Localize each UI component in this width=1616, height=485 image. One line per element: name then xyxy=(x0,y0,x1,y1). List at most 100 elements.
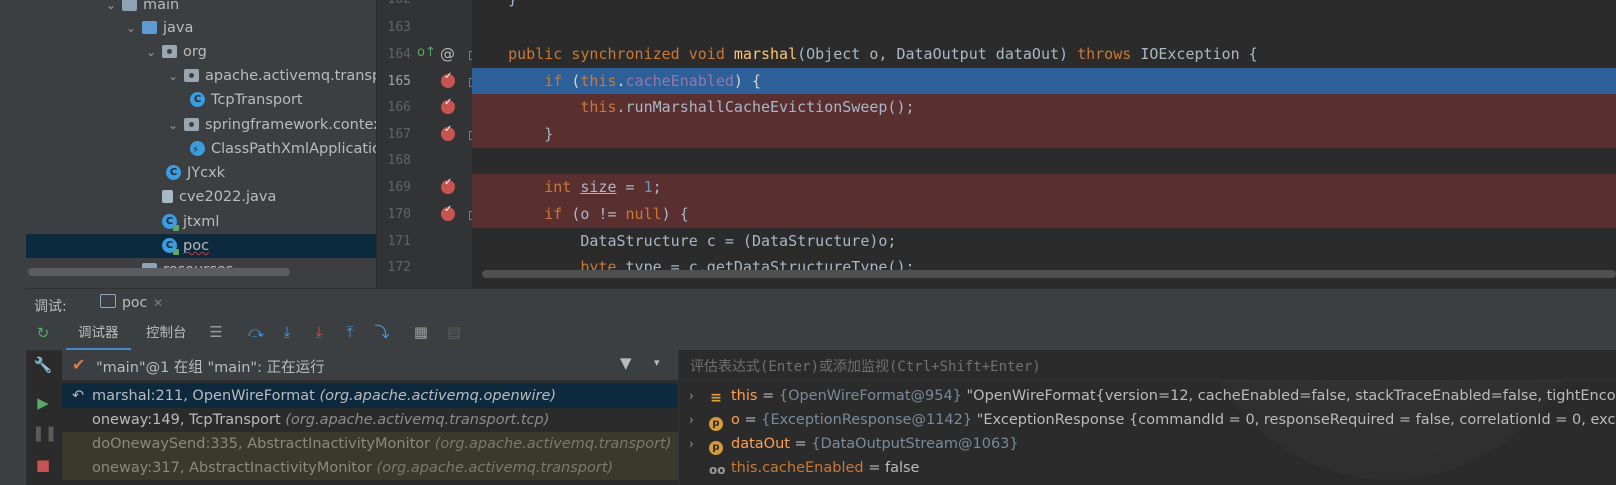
chevron-down-icon[interactable]: ⌄ xyxy=(166,113,180,137)
line-number: 162 xyxy=(377,0,411,13)
variable-this-cacheenabled[interactable]: oo this.cacheEnabled = false xyxy=(679,456,1616,480)
package-icon xyxy=(184,69,199,82)
annotation-marker[interactable]: @ xyxy=(440,45,455,63)
breakpoint-line: } xyxy=(472,121,1616,148)
package-icon xyxy=(162,45,177,58)
pause-icon[interactable]: ❚❚ xyxy=(32,422,57,444)
evaluate-expression-icon[interactable]: ▦ xyxy=(411,322,431,342)
tree-item-cve2022[interactable]: cve2022.java xyxy=(144,185,276,209)
project-tree: ⌄main ⌄java ⌄org ⌄apache.activemq.transp… xyxy=(26,0,376,288)
folder-icon xyxy=(122,0,137,11)
file-icon xyxy=(162,190,173,203)
variable-dataout[interactable]: › p dataOut = {DataOutputStream@1063} xyxy=(679,432,1616,456)
package-icon xyxy=(184,118,199,131)
step-into-icon[interactable]: ⤓ xyxy=(277,322,297,342)
tree-item-classpathxmlapplication[interactable]: ClassPathXmlApplicatio xyxy=(190,137,376,163)
line-number: 170 xyxy=(387,207,411,222)
class-icon xyxy=(190,92,205,107)
breakpoint-icon[interactable] xyxy=(441,97,455,114)
code-line: } xyxy=(472,0,1616,13)
breakpoint-line: this.runMarshallCacheEvictionSweep(); xyxy=(472,94,1616,121)
breakpoint-line: if (o != null) { xyxy=(472,201,1616,228)
watch-glasses-icon: oo xyxy=(709,463,726,477)
breakpoint-icon[interactable] xyxy=(441,177,455,194)
class-icon xyxy=(166,165,181,180)
editor-gutter: 162 163 164 165 166 167 168 169 170 171 … xyxy=(376,0,478,288)
step-out-icon[interactable]: ⤒ xyxy=(340,322,360,342)
evaluate-expression-placeholder: 评估表达式(Enter)或添加监视(Ctrl+Shift+Enter) xyxy=(690,359,1041,375)
line-number: 168 xyxy=(387,153,411,168)
debug-label: 调试: xyxy=(34,299,67,315)
chevron-down-icon[interactable]: ⌄ xyxy=(166,64,180,88)
breakpoint-icon[interactable] xyxy=(441,71,455,88)
code-editor[interactable]: } public synchronized void marshal(Objec… xyxy=(472,0,1616,288)
return-arrow-icon: ↶ xyxy=(72,388,85,404)
chevron-down-icon[interactable]: ▾ xyxy=(654,356,660,369)
tree-item-jycxk[interactable]: JYcxk xyxy=(166,161,225,185)
override-marker-icon[interactable]: o↑ xyxy=(417,45,436,60)
source-folder-icon xyxy=(142,21,157,34)
frame-item[interactable]: ↶ marshal:211, OpenWireFormat (org.apache… xyxy=(62,384,678,408)
tree-item-poc[interactable]: poc xyxy=(26,234,376,258)
thread-label: "main"@1 在组 "main": 正在运行 xyxy=(96,360,325,376)
chevron-down-icon[interactable]: ⌄ xyxy=(144,40,158,64)
step-over-icon[interactable]: ⤼ xyxy=(246,322,266,342)
editor-horizontal-scrollbar[interactable] xyxy=(482,270,1616,278)
tree-item-apache-activemq-transport[interactable]: ⌄apache.activemq.transport xyxy=(166,64,376,88)
close-icon[interactable]: ✕ xyxy=(153,296,163,310)
line-number: 164 xyxy=(387,47,411,62)
tree-item-springframework-context[interactable]: ⌄springframework.context.s xyxy=(166,113,376,137)
force-step-into-icon[interactable]: ⤓ xyxy=(309,322,329,342)
rerun-icon[interactable]: ↻ xyxy=(32,322,54,344)
tree-item-java[interactable]: ⌄ java xyxy=(124,16,193,40)
debug-session-tab-poc[interactable]: poc ✕ xyxy=(90,288,174,321)
frame-item[interactable]: oneway:317, AbstractInactivityMonitor (o… xyxy=(62,456,678,480)
parameter-icon: p xyxy=(709,441,723,455)
breakpoint-line: int size = 1; xyxy=(472,174,1616,201)
field-list-icon: ≡ xyxy=(710,390,722,406)
runnable-class-icon xyxy=(162,238,179,255)
trace-icon[interactable]: ▤ xyxy=(444,322,464,342)
chevron-down-icon[interactable]: ⌄ xyxy=(104,0,118,17)
line-number: 171 xyxy=(387,234,411,249)
tree-item-main[interactable]: ⌄ main xyxy=(104,0,179,17)
code-line: public synchronized void marshal(Object … xyxy=(508,45,1258,63)
breakpoint-icon[interactable] xyxy=(441,204,455,221)
run-config-icon xyxy=(100,294,116,308)
line-number: 166 xyxy=(387,100,411,115)
tree-item-jtxml[interactable]: jtxml xyxy=(144,210,219,234)
tree-item-tcptransport[interactable]: TcpTransport xyxy=(190,88,303,112)
run-to-cursor-icon[interactable]: ⤵ xyxy=(372,322,392,342)
line-number: 163 xyxy=(387,20,411,35)
settings-wrench-icon[interactable]: 🔧 xyxy=(32,354,54,376)
filter-icon[interactable]: ▼ xyxy=(620,354,632,372)
current-execution-line: if (this.cacheEnabled) { xyxy=(472,68,1616,95)
thread-check-icon: ✔ xyxy=(72,355,86,374)
chevron-right-icon[interactable]: › xyxy=(689,432,703,456)
show-frames-icon[interactable]: ☰ xyxy=(206,322,226,342)
spring-class-icon xyxy=(190,139,205,163)
breakpoint-icon[interactable] xyxy=(441,124,455,141)
runnable-class-icon xyxy=(162,214,179,231)
tab-console[interactable]: 控制台 xyxy=(134,318,199,348)
variable-this[interactable]: › ≡ this = {OpenWireFormat@954} "OpenWireF… xyxy=(679,384,1616,408)
resume-icon[interactable]: ▶ xyxy=(32,392,54,414)
frame-item[interactable]: doOnewaySend:335, AbstractInactivityMoni… xyxy=(62,432,678,456)
line-number: 172 xyxy=(387,260,411,275)
code-line: DataStructure c = (DataStructure)o; xyxy=(472,232,897,250)
line-number: 167 xyxy=(387,127,411,142)
line-number: 165 xyxy=(387,74,411,89)
chevron-down-icon[interactable]: ⌄ xyxy=(124,16,138,40)
left-tool-strip xyxy=(0,0,27,485)
tab-debugger[interactable]: 调试器 xyxy=(66,318,131,351)
tree-horizontal-scrollbar[interactable] xyxy=(28,268,290,276)
debug-tool-window-header xyxy=(26,288,1616,320)
frame-item[interactable]: oneway:149, TcpTransport (org.apache.act… xyxy=(62,408,678,432)
tree-item-org[interactable]: ⌄ org xyxy=(144,40,207,64)
chevron-right-icon[interactable]: › xyxy=(689,384,703,408)
stop-icon[interactable]: ■ xyxy=(32,454,54,476)
line-number: 169 xyxy=(387,180,411,195)
chevron-right-icon[interactable]: › xyxy=(689,408,703,432)
variable-o[interactable]: › p o = {ExceptionResponse@1142} "Exceptio… xyxy=(679,408,1616,432)
